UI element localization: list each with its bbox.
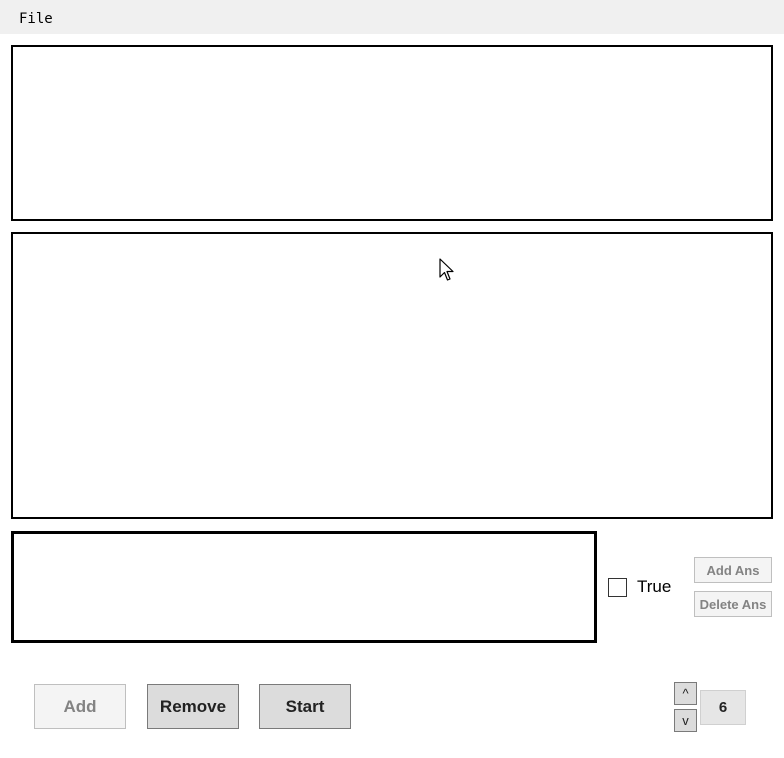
mouse-pointer-icon <box>439 258 454 281</box>
menu-bar: File <box>0 0 784 34</box>
spinner-down-button[interactable]: v <box>674 709 697 732</box>
true-checkbox-group[interactable]: True <box>608 576 671 598</box>
spinner-up-button[interactable]: ^ <box>674 682 697 705</box>
true-checkbox[interactable] <box>608 577 627 597</box>
spinner-value: 6 <box>700 690 746 725</box>
answers-list[interactable] <box>11 232 773 519</box>
question-textbox[interactable] <box>11 45 773 221</box>
add-button[interactable]: Add <box>34 684 126 729</box>
answer-textbox[interactable] <box>11 531 597 643</box>
menu-file[interactable]: File <box>19 11 53 27</box>
start-button[interactable]: Start <box>259 684 351 729</box>
delete-answer-button[interactable]: Delete Ans <box>694 591 772 617</box>
remove-button[interactable]: Remove <box>147 684 239 729</box>
true-checkbox-label: True <box>637 577 672 596</box>
add-answer-button[interactable]: Add Ans <box>694 557 772 583</box>
